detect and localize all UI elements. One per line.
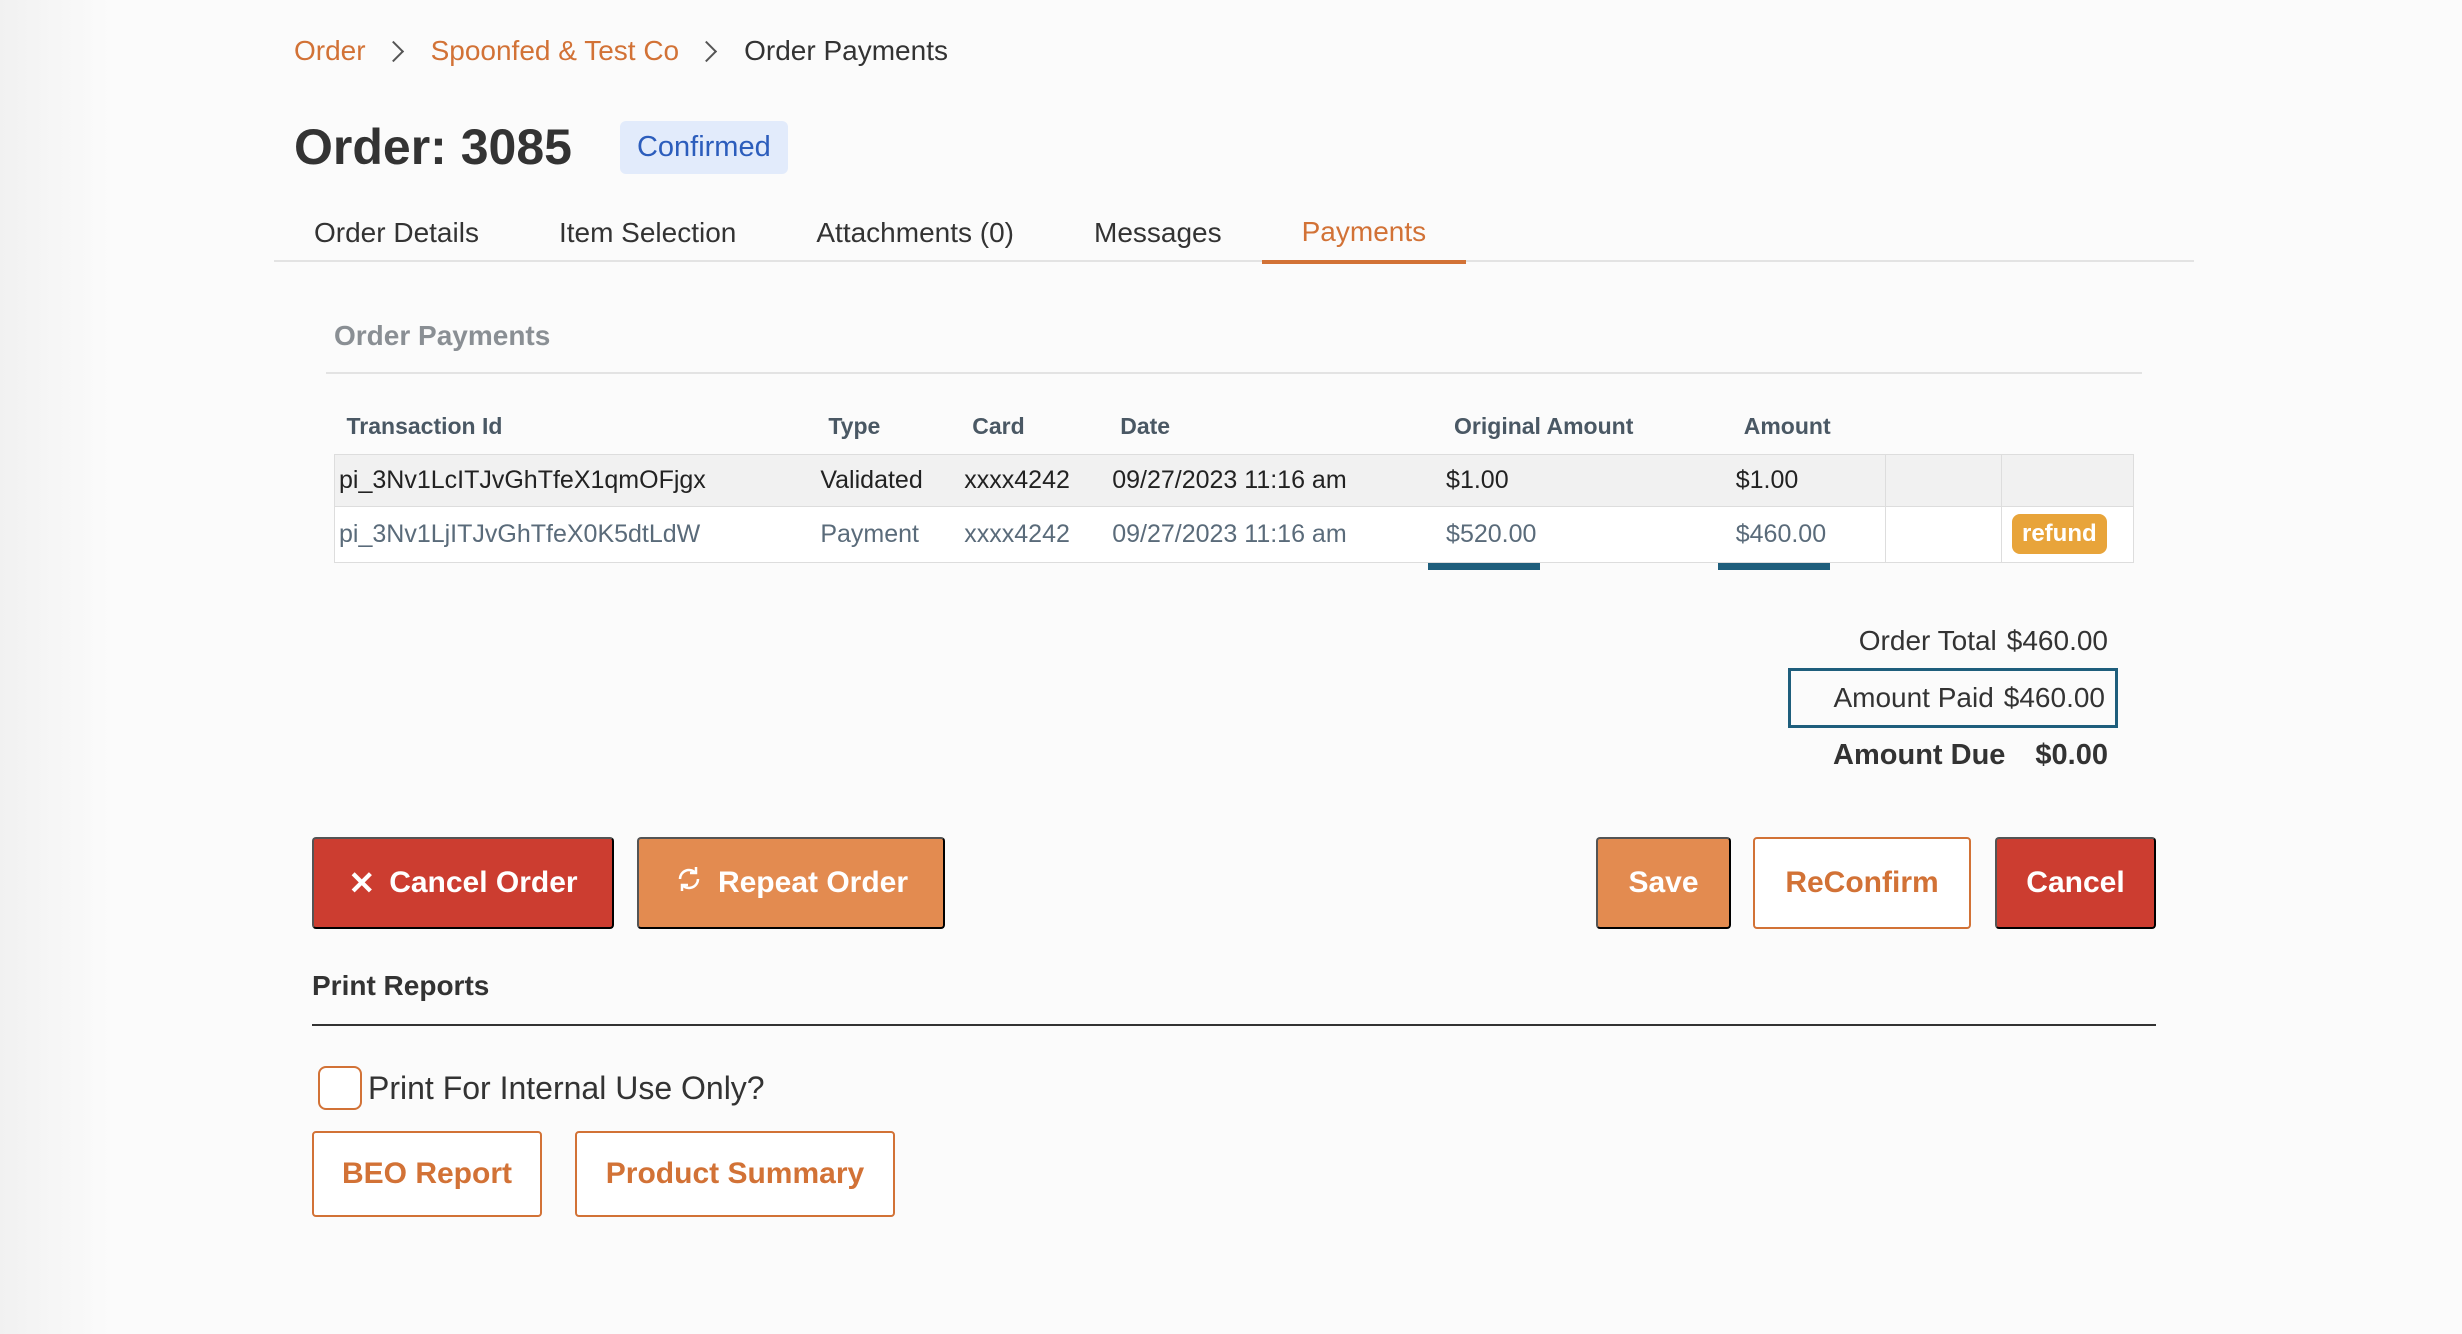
amount-due-value: $0.00 bbox=[2035, 738, 2108, 771]
payments-table: Transaction Id Type Card Date Original A… bbox=[334, 404, 2135, 570]
cell-original-amount: $520.00 bbox=[1428, 506, 1732, 570]
tab-messages[interactable]: Messages bbox=[1054, 204, 1262, 262]
status-badge: Confirmed bbox=[619, 120, 788, 174]
cell-card: xxxx4242 bbox=[960, 453, 1109, 507]
breadcrumb-order-link[interactable]: Order bbox=[294, 35, 366, 67]
repeat-order-button[interactable]: Repeat Order bbox=[637, 837, 945, 929]
print-reports-divider bbox=[312, 1024, 2156, 1026]
column-header-actions bbox=[2001, 404, 2133, 454]
section-title: Order Payments bbox=[334, 320, 551, 351]
table-row: pi_3Nv1LjITJvGhTfeX0K5dtLdW Payment xxxx… bbox=[334, 506, 2135, 570]
cell-date: 09/27/2023 11:16 am bbox=[1108, 453, 1443, 507]
close-icon: ✕ bbox=[348, 865, 376, 901]
amount-underline bbox=[1428, 562, 1541, 570]
cell-empty bbox=[1885, 506, 2002, 563]
column-header-original-amount: Original Amount bbox=[1454, 413, 1634, 440]
cancel-order-button[interactable]: ✕ Cancel Order bbox=[312, 837, 614, 929]
tab-payments[interactable]: Payments bbox=[1261, 204, 1467, 264]
beo-report-button[interactable]: BEO Report bbox=[312, 1131, 542, 1217]
amount-due-row: Amount Due $0.00 bbox=[1788, 728, 2108, 782]
chevron-right-icon bbox=[696, 40, 718, 62]
cell-empty bbox=[1885, 453, 2002, 507]
order-tabs: Order Details Item Selection Attachments… bbox=[274, 204, 2194, 264]
amount-paid-label: Amount Paid bbox=[1833, 682, 1994, 713]
cell-action bbox=[2000, 453, 2135, 507]
order-total-row: Order Total $460.00 bbox=[1788, 614, 2108, 668]
cancel-order-label: Cancel Order bbox=[389, 866, 578, 899]
cell-transaction-id: pi_3Nv1LjITJvGhTfeX0K5dtLdW bbox=[334, 506, 817, 563]
tab-order-details[interactable]: Order Details bbox=[274, 204, 519, 262]
column-header-type: Type bbox=[828, 413, 881, 440]
order-total-value: $460.00 bbox=[2006, 625, 2108, 656]
order-total-label: Order Total bbox=[1858, 625, 1997, 656]
tab-attachments[interactable]: Attachments (0) bbox=[776, 204, 1054, 262]
cell-card: xxxx4242 bbox=[960, 506, 1109, 563]
amount-value: $460.00 bbox=[1735, 519, 1827, 548]
tab-item-selection[interactable]: Item Selection bbox=[519, 204, 776, 262]
section-divider bbox=[326, 372, 2142, 374]
chevron-right-icon bbox=[382, 40, 404, 62]
amount-paid-row: Amount Paid $460.00 bbox=[1788, 668, 2118, 728]
amount-due-label: Amount Due bbox=[1833, 738, 2006, 771]
table-row: pi_3Nv1LcITJvGhTfeX1qmOFjgx Validated xx… bbox=[334, 453, 2135, 507]
cell-original-amount: $1.00 bbox=[1442, 453, 1732, 507]
column-header-blank bbox=[1886, 404, 2002, 454]
breadcrumb-current: Order Payments bbox=[744, 35, 948, 66]
amount-paid-value: $460.00 bbox=[2003, 682, 2105, 713]
internal-use-option: Print For Internal Use Only? bbox=[318, 1066, 765, 1110]
cell-type: Validated bbox=[816, 453, 961, 507]
column-header-amount: Amount bbox=[1743, 413, 1831, 440]
save-button[interactable]: Save bbox=[1596, 837, 1731, 929]
breadcrumb: Order Spoonfed & Test Co Order Payments bbox=[294, 30, 948, 72]
reconfirm-button[interactable]: ReConfirm bbox=[1753, 837, 1971, 929]
page-left-shade bbox=[0, 0, 110, 1334]
cancel-button[interactable]: Cancel bbox=[1995, 837, 2156, 929]
breadcrumb-customer-link[interactable]: Spoonfed & Test Co bbox=[431, 35, 680, 67]
cell-action: refund bbox=[2000, 506, 2135, 563]
print-reports-title: Print Reports bbox=[312, 970, 490, 1001]
refresh-icon bbox=[674, 864, 704, 902]
column-header-transaction-id: Transaction Id bbox=[346, 413, 503, 440]
cell-date: 09/27/2023 11:16 am bbox=[1108, 506, 1443, 563]
cell-amount: $1.00 bbox=[1731, 453, 1886, 507]
page-title: Order: 3085 bbox=[294, 119, 572, 175]
original-amount-value: $520.00 bbox=[1446, 519, 1537, 548]
amount-underline bbox=[1717, 562, 1830, 570]
internal-use-label[interactable]: Print For Internal Use Only? bbox=[368, 1070, 765, 1107]
cell-type: Payment bbox=[816, 506, 961, 563]
table-header-row: Transaction Id Type Card Date Original A… bbox=[335, 404, 2134, 454]
column-header-card: Card bbox=[972, 413, 1025, 440]
repeat-order-label: Repeat Order bbox=[717, 866, 909, 899]
cell-amount: $460.00 bbox=[1717, 506, 1886, 570]
product-summary-button[interactable]: Product Summary bbox=[575, 1131, 895, 1217]
order-totals: Order Total $460.00 Amount Paid $460.00 … bbox=[1788, 614, 2118, 782]
refund-button[interactable]: refund bbox=[2011, 514, 2107, 554]
column-header-date: Date bbox=[1120, 413, 1171, 440]
internal-use-checkbox[interactable] bbox=[318, 1066, 362, 1110]
cell-transaction-id: pi_3Nv1LcITJvGhTfeX1qmOFjgx bbox=[334, 453, 817, 507]
order-header: Order: 3085 Confirmed bbox=[294, 118, 788, 176]
